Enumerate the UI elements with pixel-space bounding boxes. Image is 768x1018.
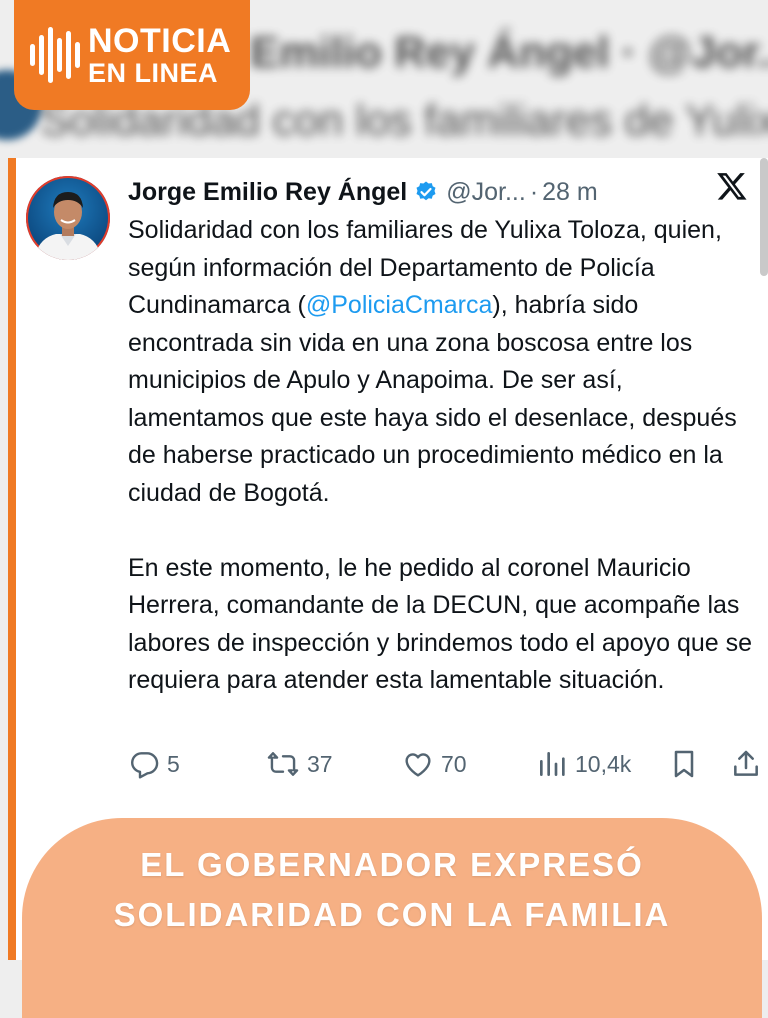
brand-logo: NOTICIA EN LINEA (14, 0, 250, 110)
reply-count: 5 (167, 750, 180, 777)
views-icon (540, 752, 565, 776)
views-count: 10,4k (575, 750, 632, 777)
caption-line-1: EL GOBERNADOR EXPRESÓ (140, 846, 644, 883)
tweet-header: Jorge Emilio Rey Ángel @Jor... · 28 m (128, 174, 744, 210)
share-icon (734, 750, 758, 776)
x-logo-icon (716, 170, 748, 207)
verified-badge-icon (414, 180, 438, 204)
avatar[interactable] (26, 176, 110, 260)
mention-link[interactable]: @PoliciaCmarca (306, 291, 493, 319)
bookmark-icon (674, 750, 694, 778)
repost-count: 37 (307, 750, 333, 777)
tweet-paragraph-2: En este momento, le he pedido al coronel… (128, 553, 753, 695)
tweet-text-segment: ), habría sido encontrada sin vida en un… (128, 291, 737, 507)
views-button[interactable]: 10,4k (536, 748, 631, 780)
repost-icon (267, 752, 299, 776)
blurred-text: Emilio Rey Ángel · @Jor... · 28 (250, 28, 768, 77)
scrollbar-thumb[interactable] (760, 158, 768, 276)
like-count: 70 (441, 750, 467, 777)
like-button[interactable]: 70 (402, 748, 467, 780)
caption-text: EL GOBERNADOR EXPRESÓ SOLIDARIDAD CON LA… (22, 840, 762, 940)
reply-button[interactable]: 5 (128, 748, 180, 780)
tweet-actions: 5 37 70 10,4k (128, 748, 764, 788)
sound-wave-icon (30, 27, 80, 83)
separator-dot: · (529, 177, 539, 206)
brand-line-2: EN LINEA (88, 57, 219, 88)
share-button[interactable] (730, 748, 762, 780)
author-handle[interactable]: @Jor... (446, 178, 526, 207)
author-name[interactable]: Jorge Emilio Rey Ángel (128, 178, 407, 207)
bookmark-button[interactable] (668, 748, 700, 780)
caption-line-2: SOLIDARIDAD CON LA FAMILIA (113, 896, 671, 933)
reply-icon (131, 752, 159, 779)
repost-button[interactable]: 37 (266, 748, 333, 780)
tweet-text: Solidaridad con los familiares de Yulixa… (128, 212, 758, 700)
like-icon (405, 753, 431, 777)
tweet-paragraph-1: Solidaridad con los familiares de Yulixa… (128, 212, 758, 512)
tweet-timestamp[interactable]: 28 m (542, 178, 598, 207)
brand-line-1: NOTICIA (88, 21, 232, 60)
brand-name: NOTICIA EN LINEA (88, 24, 231, 87)
